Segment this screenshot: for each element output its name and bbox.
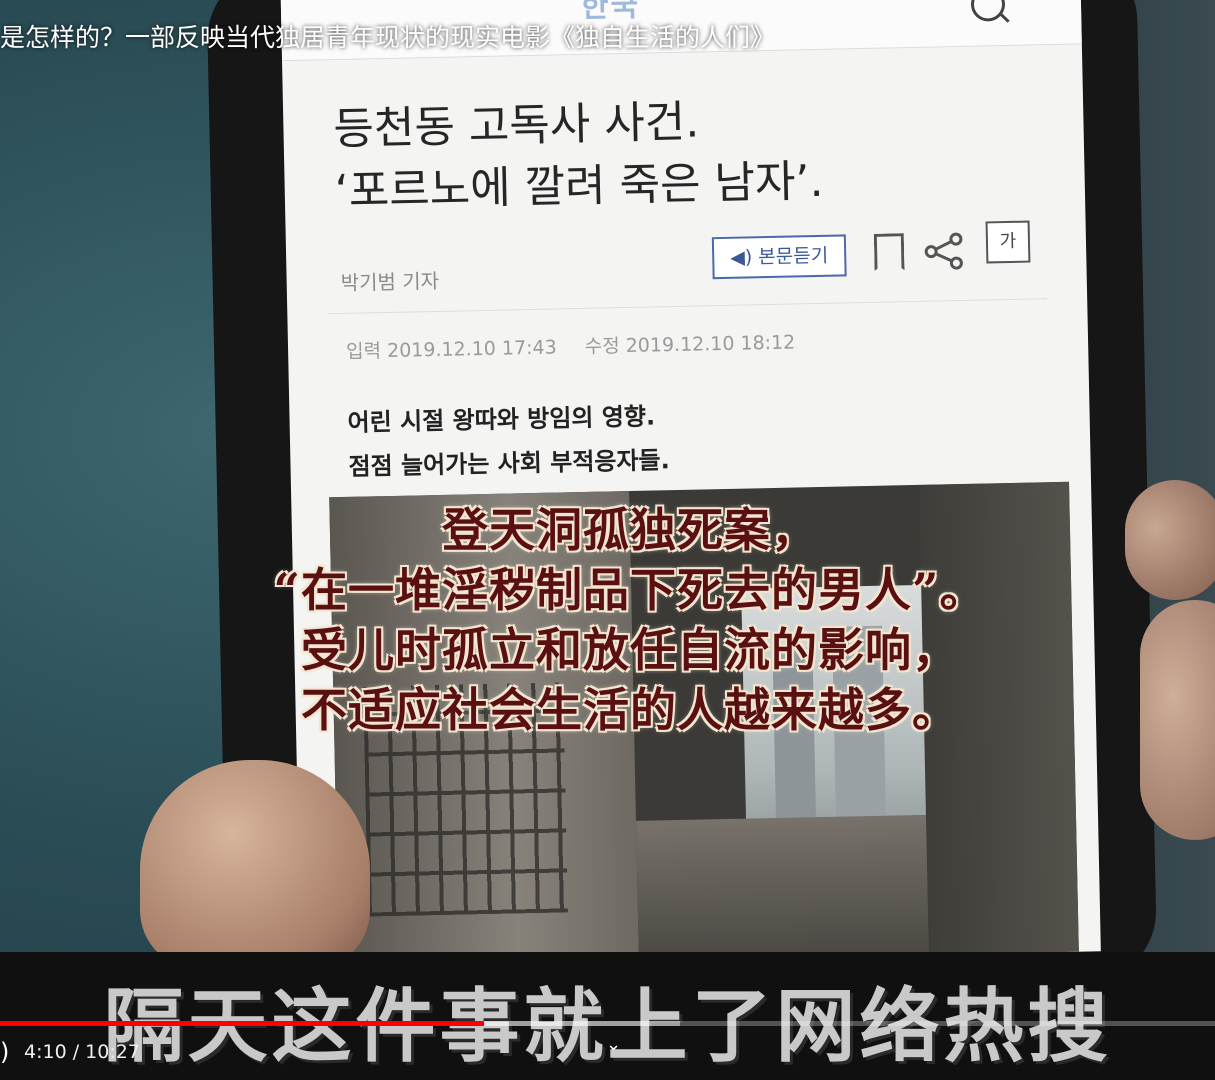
video-title-bar: 是怎样的？一部反映当代独居青年现状的现实电影《独自生活的人们》 [0,0,1215,80]
burned-in-subtitles: 登天洞孤独死案， “在一堆淫秽制品下死去的男人”。 受儿时孤立和放任自流的影响，… [190,500,1070,740]
subtitle-line-3: 受儿时孤立和放任自流的影响， [301,623,959,677]
chevron-down-icon[interactable]: ⌄ [606,1034,621,1055]
subtitle-line-1: 登天洞孤独死案， [442,503,818,557]
hand-finger [1140,600,1215,840]
progress-played [0,1021,485,1026]
summary-line-2: 점점 늘어가는 사회 부적응자들. [348,446,671,481]
bottom-caption: 隔天这件事就上了网络热搜 [103,980,1112,1073]
summary-line-1: 어린 시절 왕따와 방임의 영향. [347,402,656,437]
input-date: 입력 2019.12.10 17:43 [345,336,557,363]
divider [327,298,1048,315]
listen-article-button: ◀) 본문듣기 [711,234,847,280]
share-icon [924,232,963,270]
reporter-name: 박기범 기자 [340,268,440,295]
bookmark-icon [874,233,905,271]
hand-thumb [140,760,370,970]
headline-line-2: ‘포르노에 깔려 죽은 남자’. [334,155,824,218]
font-size-button: 가 [985,220,1031,264]
hand-finger [1125,480,1215,600]
volume-icon[interactable]: ) [0,1038,14,1066]
progress-bar[interactable] [0,1021,1215,1026]
article-headline: 등천동 고독사 사건. ‘포르노에 깔려 죽은 남자’. [333,84,1035,223]
article-dates: 입력 2019.12.10 17:43 수정 2019.12.10 18:12 [346,327,818,364]
video-title[interactable]: 是怎样的？一部反映当代独居青年现状的现实电影《独自生活的人们》 [0,18,775,54]
subtitle-line-4: 不适应社会生活的人越来越多。 [301,683,959,737]
article-summary: 어린 시절 왕따와 방임의 영향. 점점 늘어가는 사회 부적응자들. [347,394,670,489]
subtitle-line-2: “在一堆淫秽制品下死去的男人”。 [273,563,987,617]
time-display: 4:10 / 10:27 [24,1041,140,1063]
edit-date: 수정 2019.12.10 18:12 [584,331,796,358]
phone-screen: 한국 등천동 고독사 사건. ‘포르노에 깔려 죽은 남자’. 박기범 기자 ◀… [280,0,1101,968]
